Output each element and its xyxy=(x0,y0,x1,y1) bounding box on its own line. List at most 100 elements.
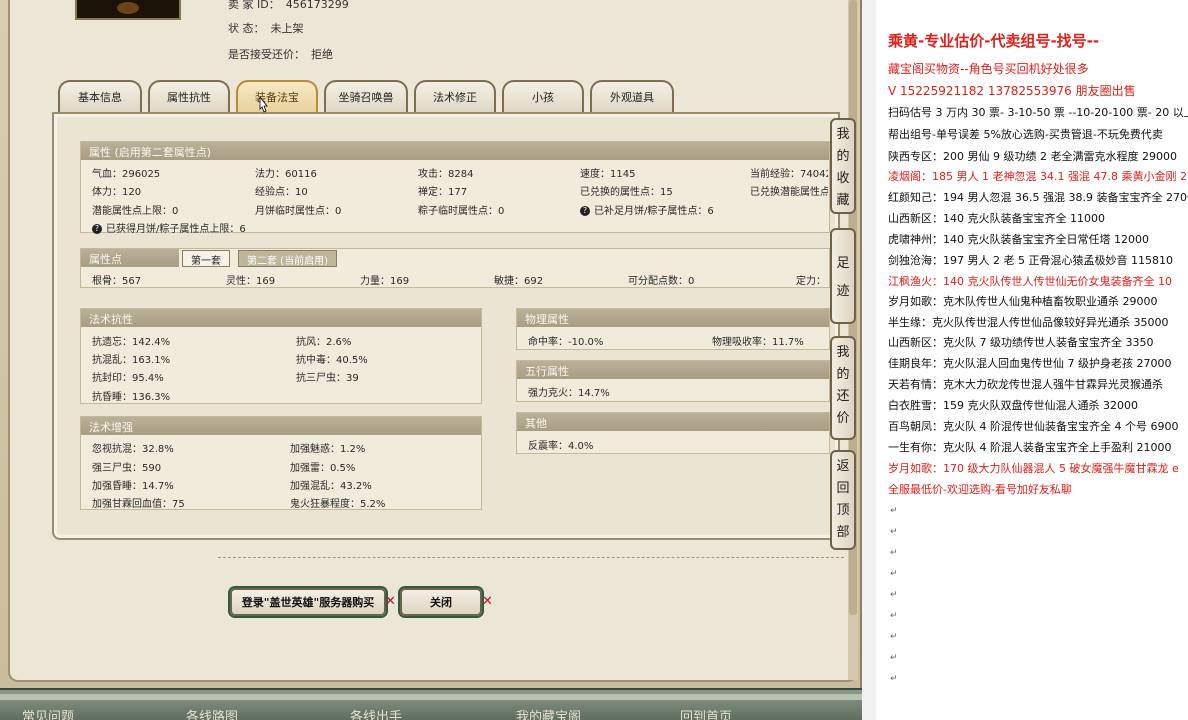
boost-cell: 加强甘霖回血值：75 xyxy=(92,499,185,510)
other-header: 其他 xyxy=(517,413,829,431)
back-to-top-button[interactable]: 返回顶部 xyxy=(830,450,856,550)
note-line: 乘黄-专业估价-代卖组号-找号-- xyxy=(888,32,1100,50)
tab-equipment[interactable]: 装备法宝 xyxy=(236,80,318,112)
paragraph-mark-icon: ↵ xyxy=(890,611,898,621)
resist-header: 法术抗性 xyxy=(81,309,481,327)
note-line: 一生有你：克火队 4 阶混人装备宝宝齐全上手盈利 21000 xyxy=(888,441,1172,454)
points-cell: 根骨：567 xyxy=(92,276,142,287)
my-favorites-button[interactable]: 我的收藏 xyxy=(830,118,856,214)
back-to-top-label: 返回顶部 xyxy=(836,459,850,540)
note-line: 虎啸神州：140 克火队装备宝宝齐全日常任塔 12000 xyxy=(888,233,1149,246)
resist-cell: 抗昏睡：136.3% xyxy=(92,392,171,403)
boost-cell: 鬼火狂暴程度：5.2% xyxy=(290,499,386,510)
tab-spell-correction[interactable]: 法术修正 xyxy=(414,80,496,112)
note-line: 帮出组号-单号误差 5%放心选购-买贵管退-不玩免费代卖 xyxy=(888,128,1163,141)
note-line: 凌烟阁：185 男人 1 老神忽混 34.1 强混 47.8 乘黄小金刚 2 xyxy=(888,170,1187,183)
physical-header: 物理属性 xyxy=(517,309,829,327)
points-cell: 力量：169 xyxy=(360,276,410,287)
resist-cell: 抗三尸虫：39 xyxy=(296,373,359,384)
boost-cell: 加强昏睡：14.7% xyxy=(92,481,174,492)
attr-cell: 经验点：10 xyxy=(255,187,308,198)
note-line: 陕西专区：200 男仙 9 级功绩 2 老全满雷克水程度 29000 xyxy=(888,150,1177,163)
note-line: 百鸟朝凤：克火队 4 阶混传世仙装备宝宝齐全 4 个号 6900 xyxy=(888,420,1179,433)
note-line: 江枫渔火：140 克火队传世人传世仙无价女鬼装备齐全 10 xyxy=(888,275,1172,288)
attr-cell: 月饼临时属性点：0 xyxy=(255,206,342,217)
points-cell: 可分配点数：0 xyxy=(628,276,695,287)
mouse-cursor-icon xyxy=(259,96,268,113)
resist-cell: 抗中毒：40.5% xyxy=(296,355,368,366)
points-cell: 敏捷：692 xyxy=(494,276,544,287)
attr-cell: 气血：296025 xyxy=(92,169,161,180)
note-line: 半生缘：克火队传世混人传世仙品像较好异光通杀 35000 xyxy=(888,316,1169,329)
tab-basic-info[interactable]: 基本信息 xyxy=(58,80,142,112)
note-line: 佳期良年：克火队混人回血鬼传世仙 7 级护身老孩 27000 xyxy=(888,357,1172,370)
boost-cell: 加强雷：0.5% xyxy=(290,463,356,474)
my-favorites-label: 我的收藏 xyxy=(836,127,850,208)
note-line: 岁月如歌：170 级大力队仙器混人 5 破女魔强牛魔甘霖龙 e xyxy=(888,462,1179,475)
boost-cell: 强三尸虫：590 xyxy=(92,463,162,474)
paragraph-mark-icon: ↵ xyxy=(890,569,898,579)
tab-attribute-resist[interactable]: 属性抗性 xyxy=(148,80,230,112)
attr-cell: 已兑换潜能属性点 xyxy=(750,187,828,198)
attr-cell: 攻击：8284 xyxy=(418,169,474,180)
my-bargain-button[interactable]: 我的还价 xyxy=(830,336,856,440)
question-icon[interactable]: ? xyxy=(580,206,590,216)
attr-cell: 体力：120 xyxy=(92,187,142,198)
seller-id-value: 456173299 xyxy=(285,0,349,11)
note-line: 红颜知己：194 男人忽混 36.5 强混 38.9 装备宝宝齐全 2700 xyxy=(888,191,1188,204)
note-line: 扫码估号 3 万内 30 票- 3-10-50 票 --10-20-100 票-… xyxy=(888,106,1188,119)
attr-cell: 法力：60116 xyxy=(255,169,317,180)
character-portrait xyxy=(75,0,181,20)
attr-note: ? 已获得月饼/粽子属性点上限：6 xyxy=(92,220,246,235)
boost-cell: 忽视抗混：32.8% xyxy=(92,444,174,455)
attr-cell: 当前经验：74042 xyxy=(750,169,828,180)
close-button[interactable]: 关闭 xyxy=(400,588,482,616)
boost-cell: 加强混乱：43.2% xyxy=(290,481,372,492)
question-icon[interactable]: ? xyxy=(92,224,102,234)
points-header: 属性点 xyxy=(81,249,179,267)
bottom-nav-sales[interactable]: 各线出手 xyxy=(350,706,402,720)
tab-mount-summon[interactable]: 坐骑召唤兽 xyxy=(324,80,408,112)
note-line: V 15225921182 13782553976 朋友圈出售 xyxy=(888,84,1136,98)
bottom-nav-faq[interactable]: 常见问题 xyxy=(22,706,74,720)
bottom-nav-routes[interactable]: 各线路图 xyxy=(186,706,238,720)
close-x-icon: ✕ xyxy=(385,594,396,609)
note-line: 藏宝阁买物资--角色号买回机好处很多 xyxy=(888,62,1089,76)
bottom-nav-my-shop[interactable]: 我的藏宝阁 xyxy=(516,706,581,720)
attr-cell: 粽子临时属性点：0 xyxy=(418,206,505,217)
buy-button[interactable]: 登录"盖世英雄"服务器购买 xyxy=(230,588,386,616)
tab-child[interactable]: 小孩 xyxy=(502,80,584,112)
paragraph-mark-icon: ↵ xyxy=(890,506,898,516)
physical-cell: 物理吸收率：11.7% xyxy=(712,337,804,348)
points-cell: 定力： xyxy=(796,276,826,287)
paragraph-mark-icon: ↵ xyxy=(890,653,898,663)
divider xyxy=(218,557,844,558)
resist-cell: 抗遗忘：142.4% xyxy=(92,337,171,348)
resist-cell: 抗风：2.6% xyxy=(296,337,352,348)
attr-cell-moon: ? 已补足月饼/粽子属性点：6 xyxy=(580,202,714,217)
status-value: 未上架 xyxy=(270,22,304,35)
paragraph-mark-icon: ↵ xyxy=(890,632,898,642)
tab-appearance-items[interactable]: 外观道具 xyxy=(590,80,674,112)
bottom-nav-home[interactable]: 回到首页 xyxy=(680,706,732,720)
note-line: 山西新区：克火队 7 级功绩传世人装备宝宝齐全 3350 xyxy=(888,336,1154,349)
bottom-strip xyxy=(0,694,862,700)
note-line: 岁月如歌：克木队传世人仙鬼种植畜牧职业通杀 29000 xyxy=(888,295,1158,308)
paragraph-mark-icon: ↵ xyxy=(890,674,898,684)
points-tab-second[interactable]: 第二套 (当前启用) xyxy=(238,250,337,267)
attr-moon-label: 已补足月饼/粽子属性点：6 xyxy=(594,206,714,217)
attribute-header: 属性 (启用第二套属性点) xyxy=(81,142,829,160)
note-line: 全服最低价-欢迎选购-看号加好友私聊 xyxy=(888,483,1072,496)
paragraph-mark-icon: ↵ xyxy=(890,590,898,600)
notes-panel: 乘黄-专业估价-代卖组号-找号-- 藏宝阁买物资--角色号买回机好处很多 V 152… xyxy=(862,0,1188,720)
note-line: 剑独沧海：197 男人 2 老 5 正骨混心猿孟极妙音 115810 xyxy=(888,254,1173,267)
attr-note-label: 已获得月饼/粽子属性点上限：6 xyxy=(106,224,246,235)
seller-id-row: 卖 家 ID： 456173299 xyxy=(228,0,349,12)
close-x-icon: ✕ xyxy=(482,594,493,609)
footprint-button[interactable]: 足迹 xyxy=(830,228,856,324)
note-line: 山西新区：140 克火队装备宝宝齐全 11000 xyxy=(888,212,1105,225)
points-cell: 灵性：169 xyxy=(226,276,276,287)
resist-cell: 抗封印：95.4% xyxy=(92,373,164,384)
points-tab-first[interactable]: 第一套 xyxy=(182,250,230,267)
boost-cell: 加强魅惑：1.2% xyxy=(290,444,366,455)
